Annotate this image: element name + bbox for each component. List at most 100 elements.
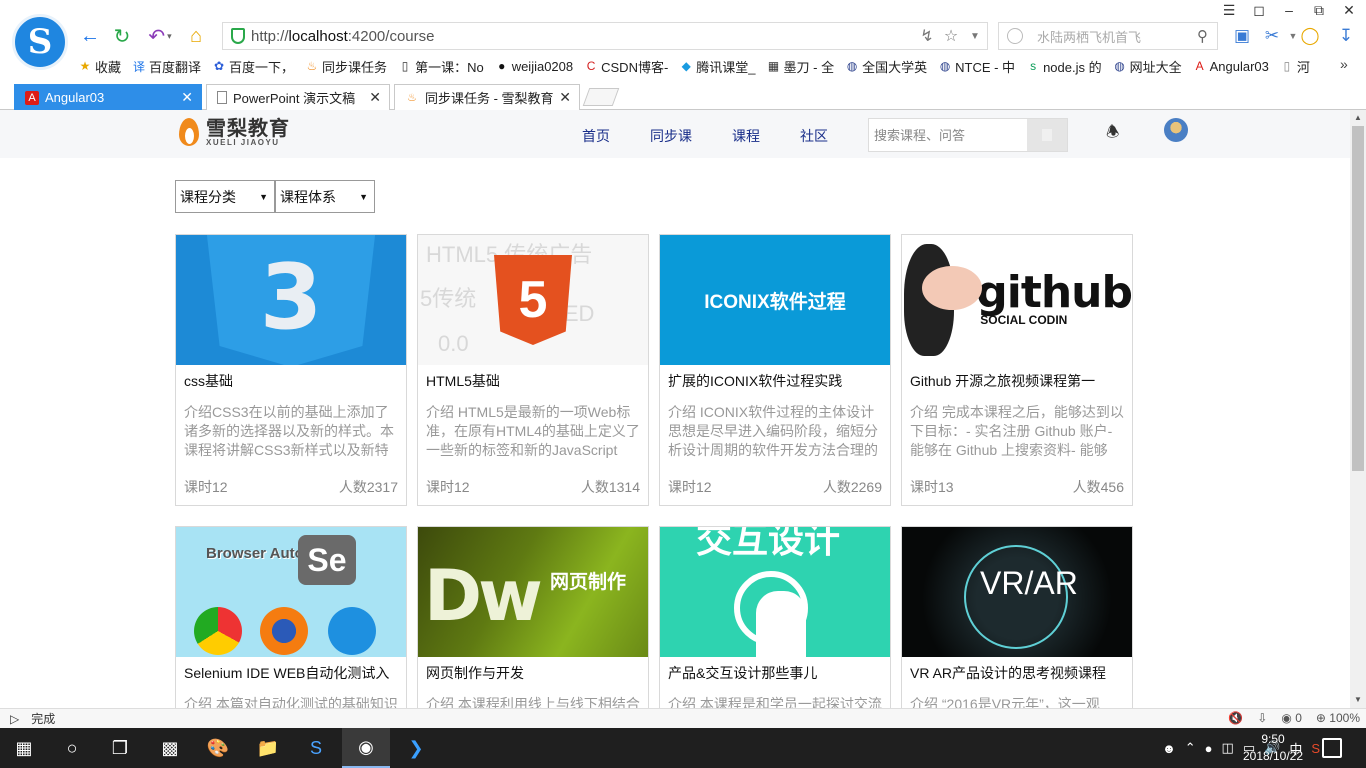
people-icon[interactable]: ☻ bbox=[1162, 741, 1176, 756]
bookmark-item[interactable]: ◍ 全国大学英 bbox=[845, 57, 927, 76]
page-scrollbar[interactable]: ▲ ▼ bbox=[1350, 110, 1366, 708]
search-placeholder[interactable]: 水陆两栖飞机首飞 bbox=[1037, 27, 1197, 46]
course-card[interactable]: 交互设计 产品&交互设计那些事儿 介绍 本课程是和学员一起探讨交流 bbox=[659, 526, 891, 708]
course-title[interactable]: 扩展的ICONIX软件过程实践 bbox=[660, 365, 890, 395]
chevron-up-icon[interactable]: ⌃ bbox=[1185, 740, 1196, 756]
course-title[interactable]: VR AR产品设计的思考视频课程 bbox=[902, 657, 1132, 687]
mute-icon[interactable]: 🔇 bbox=[1228, 711, 1243, 725]
bookmark-item[interactable]: ✿ 百度一下， bbox=[212, 57, 294, 76]
close-icon[interactable]: ✕ bbox=[369, 89, 381, 106]
course-image[interactable]: github SOCIAL CODIN bbox=[902, 235, 1132, 365]
paint-icon[interactable]: 🎨 bbox=[194, 728, 242, 768]
home-icon[interactable]: ⌂ bbox=[184, 24, 208, 48]
bell-icon[interactable]: 🕭 bbox=[1106, 122, 1119, 147]
course-title[interactable]: Selenium IDE WEB自动化测试入 bbox=[176, 657, 406, 687]
search-icon[interactable]: ⚲ bbox=[1197, 27, 1217, 45]
course-title[interactable]: 产品&交互设计那些事儿 bbox=[660, 657, 890, 687]
download-icon[interactable]: ↧ bbox=[1336, 26, 1356, 46]
course-image[interactable]: VR/AR bbox=[902, 527, 1132, 657]
bookmark-item[interactable]: ▦ 墨刀 - 全 bbox=[767, 57, 834, 76]
bookmark-item[interactable]: ♨ 同步课任务 bbox=[305, 57, 387, 76]
sogou-browser-icon[interactable]: S bbox=[292, 728, 340, 768]
star-icon[interactable]: ☆ bbox=[939, 26, 963, 46]
bookmark-item[interactable]: ◆ 腾讯课堂_ bbox=[679, 57, 756, 76]
more-dots-icon[interactable]: ◯ bbox=[1300, 26, 1320, 46]
sogou-ime-icon[interactable]: S bbox=[1311, 741, 1320, 756]
windows-start-icon[interactable]: ▦ bbox=[0, 728, 48, 768]
course-card[interactable]: Dw 网页制作 网页制作与开发 介绍 本课程利用线上与线下相结合 bbox=[417, 526, 649, 708]
save-icon[interactable]: ⇩ bbox=[1257, 711, 1267, 725]
nav-home[interactable]: 首页 bbox=[582, 126, 610, 146]
course-card[interactable]: github SOCIAL CODIN Github 开源之旅视频课程第一 介绍 完成… bbox=[901, 234, 1133, 506]
terminal-icon[interactable]: ▩ bbox=[146, 728, 194, 768]
qq-icon[interactable]: ● bbox=[1205, 741, 1213, 756]
close-icon[interactable]: ✕ bbox=[181, 89, 193, 106]
sogou-browser-logo[interactable]: S bbox=[12, 14, 68, 70]
sidebar-toggle-icon[interactable]: ▷ bbox=[10, 712, 19, 726]
undo-icon[interactable]: ↶ ▾ bbox=[143, 24, 177, 48]
bookmark-item[interactable]: C CSDN博客- bbox=[584, 57, 669, 76]
bookmark-item[interactable]: A Angular03 bbox=[1193, 59, 1269, 74]
category-select[interactable]: 课程分类 ▼ bbox=[175, 180, 275, 213]
bookmarks-overflow-icon[interactable]: » bbox=[1340, 56, 1348, 72]
bookmark-item[interactable]: s node.js 的 bbox=[1026, 57, 1102, 76]
course-card[interactable]: Browser Automation Se Selenium IDE WEB自动化测… bbox=[175, 526, 407, 708]
restore-button[interactable]: ⧉ bbox=[1304, 0, 1334, 20]
skin-icon[interactable]: ◻ bbox=[1244, 0, 1274, 20]
bookmark-item[interactable]: ● weijia0208 bbox=[495, 59, 573, 74]
site-logo[interactable]: 雪梨教育 XUELI JIAOYU bbox=[176, 116, 290, 148]
course-title[interactable]: 网页制作与开发 bbox=[418, 657, 648, 687]
nav-courses[interactable]: 课程 bbox=[732, 126, 760, 146]
course-image[interactable]: ICONIX软件过程 bbox=[660, 235, 890, 365]
close-window-button[interactable]: ✕ bbox=[1334, 0, 1364, 20]
url-text[interactable]: http://localhost:4200/course bbox=[251, 28, 915, 45]
address-bar[interactable]: http://localhost:4200/course ↯ ☆ ▼ bbox=[222, 22, 988, 50]
course-image[interactable]: HTML5 传统广告 5传统 UED 0.0 5 bbox=[418, 235, 648, 365]
tab-angular03[interactable]: A Angular03 ✕ bbox=[14, 84, 202, 110]
site-search-input[interactable] bbox=[869, 119, 1027, 151]
extension-icon[interactable]: ▣ bbox=[1232, 26, 1252, 46]
course-card[interactable]: 3 css基础 介绍CSS3在以前的基础上添加了诸多新的选择器以及新的样式。本课程将… bbox=[175, 234, 407, 506]
course-card[interactable]: VR/AR VR AR产品设计的思考视频课程 介绍 “2016是VR元年”，这一观 bbox=[901, 526, 1133, 708]
tab-powerpoint[interactable]: PowerPoint 演示文稿 ✕ bbox=[206, 84, 390, 110]
folder-icon[interactable]: 📁 bbox=[244, 728, 292, 768]
lightning-icon[interactable]: ↯ bbox=[915, 26, 939, 46]
course-title[interactable]: Github 开源之旅视频课程第一 bbox=[902, 365, 1132, 395]
course-image[interactable]: Browser Automation Se bbox=[176, 527, 406, 657]
bookmark-item[interactable]: ▯ 河 bbox=[1280, 57, 1310, 76]
screenshot-scissors-icon[interactable]: ✂ bbox=[1262, 26, 1282, 46]
course-title[interactable]: css基础 bbox=[176, 365, 406, 395]
site-search-button[interactable] bbox=[1027, 119, 1067, 151]
app-icon[interactable]: ◉ bbox=[342, 728, 390, 768]
task-view-icon[interactable]: ❐ bbox=[96, 728, 144, 768]
nav-sync-course[interactable]: 同步课 bbox=[650, 126, 692, 146]
scroll-down-icon[interactable]: ▼ bbox=[1350, 692, 1366, 708]
cortana-icon[interactable]: ○ bbox=[48, 728, 96, 768]
scrollbar-thumb[interactable] bbox=[1352, 126, 1364, 471]
menu-icon[interactable]: ☰ bbox=[1214, 0, 1244, 20]
course-card[interactable]: ICONIX软件过程 扩展的ICONIX软件过程实践 介绍 ICONIX软件过程的主… bbox=[659, 234, 891, 506]
monitor-icon[interactable]: ◫ bbox=[1222, 740, 1234, 756]
bookmark-item[interactable]: ◍ 网址大全 bbox=[1113, 57, 1181, 76]
bookmark-item[interactable]: ◍ NTCE - 中 bbox=[938, 57, 1015, 76]
search-engine-icon[interactable] bbox=[1007, 28, 1023, 44]
vscode-icon[interactable]: ❯ bbox=[392, 728, 440, 768]
bookmark-item[interactable]: ★ 收藏 bbox=[78, 57, 121, 76]
course-image[interactable]: 3 bbox=[176, 235, 406, 365]
minimize-button[interactable]: – bbox=[1274, 0, 1304, 20]
browser-search-box[interactable]: 水陆两栖飞机首飞 ⚲ bbox=[998, 22, 1218, 50]
chevron-down-icon[interactable]: ▼ bbox=[963, 31, 987, 42]
tab-course-task[interactable]: ♨ 同步课任务 - 雪梨教育 ✕ bbox=[394, 84, 580, 110]
course-image[interactable]: Dw 网页制作 bbox=[418, 527, 648, 657]
back-icon[interactable]: ← bbox=[78, 24, 102, 48]
close-icon[interactable]: ✕ bbox=[559, 89, 571, 106]
new-tab-button[interactable] bbox=[582, 88, 620, 106]
course-image[interactable]: 交互设计 bbox=[660, 527, 890, 657]
avatar[interactable] bbox=[1164, 118, 1188, 142]
downloads-count[interactable]: ◉ 0 bbox=[1281, 711, 1302, 725]
scroll-up-icon[interactable]: ▲ bbox=[1350, 110, 1366, 126]
reload-icon[interactable]: ↻ bbox=[110, 24, 134, 48]
system-select[interactable]: 课程体系 ▼ bbox=[275, 180, 375, 213]
clock[interactable]: 9:50 2018/10/22 bbox=[1240, 731, 1306, 765]
course-title[interactable]: HTML5基础 bbox=[418, 365, 648, 395]
